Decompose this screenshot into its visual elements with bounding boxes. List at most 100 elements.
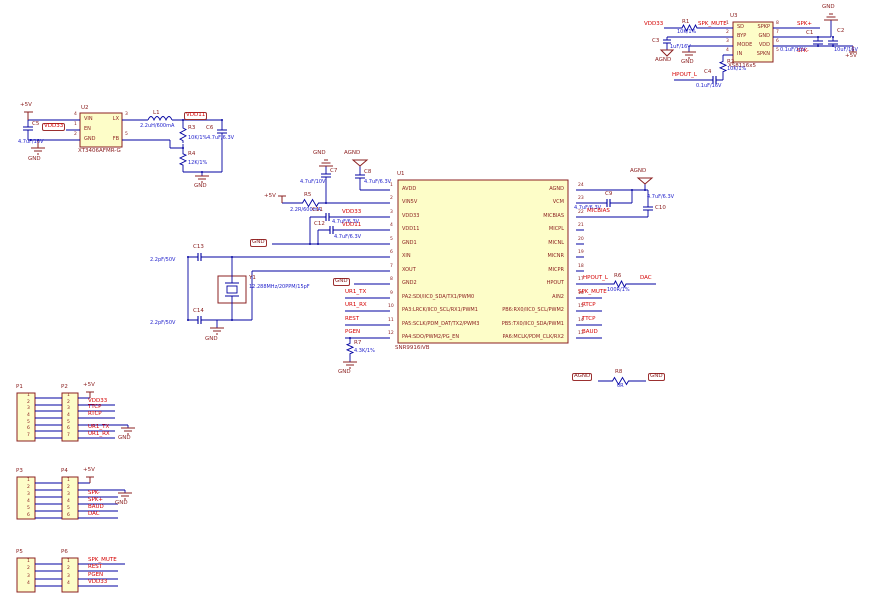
soc-pinnum-22: 22 xyxy=(578,211,584,216)
net-label-hpout-soc: HPOUT_L xyxy=(583,276,608,282)
amp-pinnum-5: 5 xyxy=(776,49,779,54)
gnd-label-p2: GND xyxy=(118,436,131,442)
p2-pinnum: 4 xyxy=(67,414,70,419)
p6-net-vdd33: VDD33 xyxy=(88,580,107,586)
soc-pin-pb5: PB5:TX0/IIC0_SDA/PWM1 xyxy=(450,322,564,327)
p4-pinnum: 6 xyxy=(67,514,70,519)
r6-value: 100R/1% xyxy=(607,288,630,293)
cap-c1 xyxy=(813,41,823,44)
soc-pin-ain2: AIN2 xyxy=(450,295,564,300)
cap-c11 xyxy=(326,213,329,221)
c4-value: 0.1uF/16V xyxy=(696,84,721,89)
resistor-r5 xyxy=(300,200,322,207)
soc-pinnum-10: 10 xyxy=(388,305,394,310)
soc-pinnum-3: 3 xyxy=(390,211,393,216)
gnd-symbol-c7 xyxy=(319,160,333,166)
reg-pinnum-2: 2 xyxy=(74,133,77,138)
soc-pinnum-8: 8 xyxy=(390,278,393,283)
reg-pin-vin: VIN xyxy=(84,117,93,122)
p3-ref: P3 xyxy=(16,469,23,475)
soc-pin-micbias: MICBIAS xyxy=(450,214,564,219)
connector-p4-body xyxy=(62,477,78,519)
net-label-rest: REST xyxy=(345,317,359,323)
c12-value: 4.7uF/6.3V xyxy=(334,235,361,240)
cap-c3 xyxy=(663,40,671,43)
gnd-label-c7: GND xyxy=(313,151,326,157)
soc-pinnum-9: 9 xyxy=(390,292,393,297)
c13-ref: C13 xyxy=(193,245,204,251)
agnd-label-soc-right: AGND xyxy=(630,169,646,175)
p2-pinnum: 3 xyxy=(67,407,70,412)
soc-pin-agnd: AGND xyxy=(450,187,564,192)
c8-value: 4.7uF/6.3V xyxy=(364,180,391,185)
schematic-graphics xyxy=(0,0,870,604)
gnd-symbol-p4 xyxy=(118,493,132,499)
net-label-vdd11-soc: VDD11 xyxy=(342,223,361,229)
soc-pin-vdd33: VDD33 xyxy=(402,214,419,219)
reg-pin-lx: LX xyxy=(104,117,119,122)
connector-p3-body xyxy=(17,477,35,519)
c3-value: 1uF/16V xyxy=(670,45,691,50)
reg-pin-fb: FB xyxy=(104,137,119,142)
p2-pinnum: 5 xyxy=(67,421,70,426)
component-bodies[interactable] xyxy=(17,22,773,592)
p6-pinnum: 3 xyxy=(67,575,70,580)
amp-pinnum-3: 3 xyxy=(726,40,729,45)
soc-pin-pb6: PB6:RX0/IIC0_SCL/PWM2 xyxy=(450,308,564,313)
amp-pin-spkp: SPKP xyxy=(750,25,770,30)
p5v-label-soc: +5V xyxy=(264,194,276,200)
r3-ref: R3 xyxy=(188,126,195,132)
c8-ref: C8 xyxy=(364,170,371,176)
c1-ref: C1 xyxy=(806,31,813,37)
connector-p1-body xyxy=(17,393,35,441)
gnd-port-pin8: GND xyxy=(333,278,350,286)
net-label-ur1-tx: UR1_TX xyxy=(345,290,366,296)
p5-ref: P5 xyxy=(16,550,23,556)
p1-pinnum: 5 xyxy=(27,421,30,426)
p6-net-spk-mute: SPK_MUTE xyxy=(88,558,117,564)
reg-part: XT3406AFMR-G xyxy=(78,149,121,155)
cap-c12 xyxy=(330,226,333,234)
amp-pin-gnd: GND xyxy=(750,34,770,39)
net-label-micbias: MICBIAS xyxy=(587,209,610,215)
p6-pinnum: 2 xyxy=(67,567,70,572)
connector-p5-body xyxy=(17,558,35,592)
p3-pinnum: 1 xyxy=(27,479,30,484)
p5-pinnum: 1 xyxy=(27,560,30,565)
c6-value: 4.7uF/6.3V xyxy=(207,136,234,141)
c9-ref: C9 xyxy=(605,192,612,198)
amp-pinnum-2: 2 xyxy=(726,31,729,36)
net-port-vdd33-en: VDD33 xyxy=(42,123,65,131)
c12-ref: C12 xyxy=(314,222,325,228)
net-label-vdd33-amp: VDD33 xyxy=(644,22,663,28)
r6-ref: R6 xyxy=(614,274,621,280)
p1-pinnum: 4 xyxy=(27,414,30,419)
amp-pinnum-7: 7 xyxy=(776,31,779,36)
soc-pin-vin5v: VIN5V xyxy=(402,200,417,205)
soc-pin-micnl: MICNL xyxy=(450,241,564,246)
c5-ref: C5 xyxy=(32,122,39,128)
p4-pinnum: 4 xyxy=(67,500,70,505)
p5v-flag-soc xyxy=(278,196,286,203)
r4-ref: R4 xyxy=(188,152,195,158)
c11-ref: C11 xyxy=(312,208,323,214)
p2-pinnum: 2 xyxy=(67,401,70,406)
p2-ref: P2 xyxy=(61,385,68,391)
p5-pinnum: 3 xyxy=(27,575,30,580)
p2-net-rtcp: RTCP xyxy=(88,412,102,418)
c7-value: 4.7uF/10V xyxy=(300,180,325,185)
p2-pinnum: 1 xyxy=(67,394,70,399)
soc-pin-avdd: AVDD xyxy=(402,187,416,192)
p2-net-ur1-rx: UR1_RX xyxy=(88,432,110,438)
soc-pinnum-11: 11 xyxy=(388,319,394,324)
net-label-vdd33-soc: VDD33 xyxy=(342,210,361,216)
p5v-label-p4: +5V xyxy=(83,468,95,474)
soc-pinnum-7: 7 xyxy=(390,265,393,270)
c4-ref: C4 xyxy=(704,70,711,76)
p5v-label-reg: +5V xyxy=(20,103,32,109)
p2-net-ur1-tx: UR1_TX xyxy=(88,425,109,431)
amp-pin-spkn: SPKN xyxy=(750,52,770,57)
y1-ref: Y1 xyxy=(249,276,256,282)
net-port-vdd11: VDD11 xyxy=(184,112,207,120)
p3-pinnum: 2 xyxy=(27,486,30,491)
